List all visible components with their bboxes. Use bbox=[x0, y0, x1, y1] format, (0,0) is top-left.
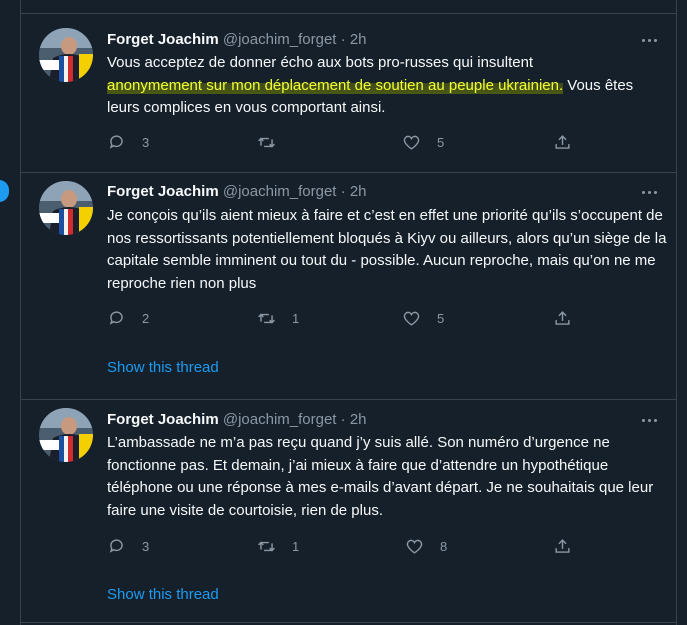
reply-count: 3 bbox=[142, 134, 150, 150]
reply-button[interactable]: 3 bbox=[107, 536, 149, 556]
share-icon bbox=[555, 134, 570, 149]
tweet-text: L’ambassade ne m’a pas reçu quand j’y su… bbox=[107, 434, 654, 519]
timeline-right-border bbox=[676, 0, 677, 625]
avatar[interactable] bbox=[39, 28, 93, 82]
separator-dot: · bbox=[340, 183, 346, 200]
tweet-text: Vous acceptez de donner écho aux bots pr… bbox=[107, 52, 667, 120]
timestamp[interactable]: 2h bbox=[350, 31, 367, 48]
tweet-text-part: Vous acceptez de donner écho aux bots pr… bbox=[107, 54, 534, 71]
highlighted-text: anonymement sur mon déplacement de souti… bbox=[107, 76, 564, 94]
heart-icon bbox=[406, 539, 423, 554]
tweet-1[interactable]: Forget Joachim @joachim_forget · 2h Vous… bbox=[21, 14, 676, 172]
retweet-button[interactable]: 1 bbox=[257, 308, 299, 328]
share-button[interactable] bbox=[553, 536, 572, 556]
tweet-2[interactable]: Forget Joachim @joachim_forget · 2h Je c… bbox=[21, 173, 676, 399]
author-name[interactable]: Forget Joachim bbox=[107, 183, 219, 200]
retweet-count: 1 bbox=[292, 310, 300, 326]
like-button[interactable]: 5 bbox=[402, 132, 444, 152]
share-button[interactable] bbox=[553, 132, 572, 152]
tweet-actions: 2 1 5 bbox=[107, 308, 667, 328]
author-handle[interactable]: @joachim_forget bbox=[223, 411, 337, 428]
separator-dot: · bbox=[340, 411, 346, 428]
like-button[interactable]: 8 bbox=[405, 536, 447, 556]
reply-count: 3 bbox=[142, 538, 150, 554]
like-button[interactable]: 5 bbox=[402, 308, 444, 328]
reply-icon bbox=[109, 539, 123, 553]
more-icon[interactable] bbox=[638, 182, 660, 202]
retweet-icon bbox=[258, 137, 275, 147]
retweet-button[interactable]: 1 bbox=[257, 536, 299, 556]
share-icon bbox=[555, 310, 570, 325]
share-icon bbox=[555, 538, 570, 553]
reply-count: 2 bbox=[142, 310, 150, 326]
retweet-button[interactable] bbox=[257, 132, 292, 152]
heart-icon bbox=[403, 311, 420, 326]
author-handle[interactable]: @joachim_forget bbox=[223, 31, 337, 48]
like-count: 8 bbox=[440, 538, 448, 554]
show-thread-link[interactable]: Show this thread bbox=[107, 586, 219, 603]
author-name[interactable]: Forget Joachim bbox=[107, 411, 219, 428]
tweet-3[interactable]: Forget Joachim @joachim_forget · 2h L’am… bbox=[21, 400, 676, 625]
reply-button[interactable]: 3 bbox=[107, 132, 149, 152]
tweet-header: Forget Joachim @joachim_forget · 2h bbox=[107, 30, 367, 50]
retweet-count: 1 bbox=[292, 538, 300, 554]
show-thread-link[interactable]: Show this thread bbox=[107, 359, 219, 376]
tweet-divider bbox=[21, 622, 676, 623]
sidebar-blue-indicator[interactable] bbox=[0, 180, 9, 202]
retweet-icon bbox=[258, 313, 275, 323]
timestamp[interactable]: 2h bbox=[350, 183, 367, 200]
author-handle[interactable]: @joachim_forget bbox=[223, 183, 337, 200]
retweet-icon bbox=[258, 541, 275, 551]
reply-button[interactable]: 2 bbox=[107, 308, 149, 328]
like-count: 5 bbox=[437, 134, 445, 150]
tweet-actions: 3 1 8 bbox=[107, 536, 667, 556]
more-icon[interactable] bbox=[638, 30, 660, 50]
like-count: 5 bbox=[437, 310, 445, 326]
tweet-text: Je conçois qu’ils aient mieux à faire et… bbox=[107, 207, 667, 292]
share-button[interactable] bbox=[553, 308, 572, 328]
tweet-header: Forget Joachim @joachim_forget · 2h bbox=[107, 410, 367, 430]
reply-icon bbox=[109, 311, 123, 325]
avatar[interactable] bbox=[39, 181, 93, 235]
author-name[interactable]: Forget Joachim bbox=[107, 31, 219, 48]
timestamp[interactable]: 2h bbox=[350, 411, 367, 428]
more-icon[interactable] bbox=[638, 410, 660, 430]
reply-icon bbox=[109, 135, 123, 149]
heart-icon bbox=[403, 135, 420, 150]
tweet-actions: 3 5 bbox=[107, 132, 667, 152]
tweet-header: Forget Joachim @joachim_forget · 2h bbox=[107, 182, 367, 202]
separator-dot: · bbox=[340, 31, 346, 48]
avatar[interactable] bbox=[39, 408, 93, 462]
